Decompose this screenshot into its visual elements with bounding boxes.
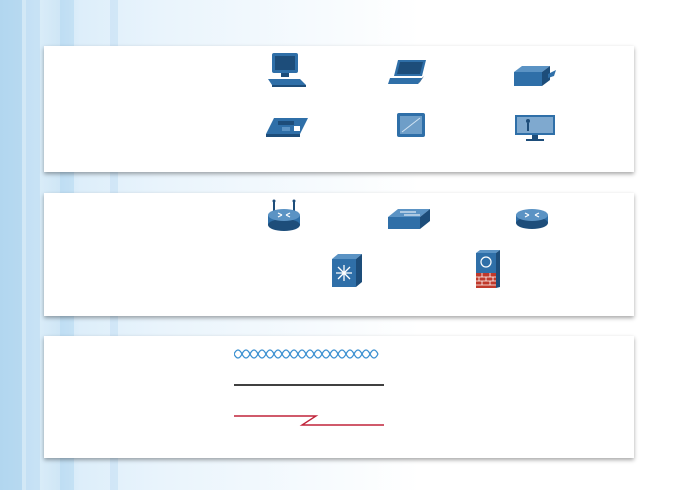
tablet-icon [396,112,426,138]
background-stripe [0,0,22,490]
end-devices-panel [44,46,634,172]
firewall-icon [474,249,502,289]
multilayer-switch-icon [330,253,364,289]
network-media-panel [44,336,634,458]
tv-display-icon [514,114,556,142]
wireless-media-icon [234,346,384,362]
desktop-computer-icon [266,52,308,88]
ip-phone-icon [264,112,310,138]
laptop-icon [388,58,432,86]
wan-media-icon [234,412,386,426]
lan-switch-icon [386,207,432,231]
server-icon [512,64,558,88]
router-icon [514,207,550,231]
background-stripe [26,0,40,490]
intermediary-devices-panel [44,193,634,316]
lan-media-icon [234,383,386,387]
wireless-router-icon [264,199,304,233]
